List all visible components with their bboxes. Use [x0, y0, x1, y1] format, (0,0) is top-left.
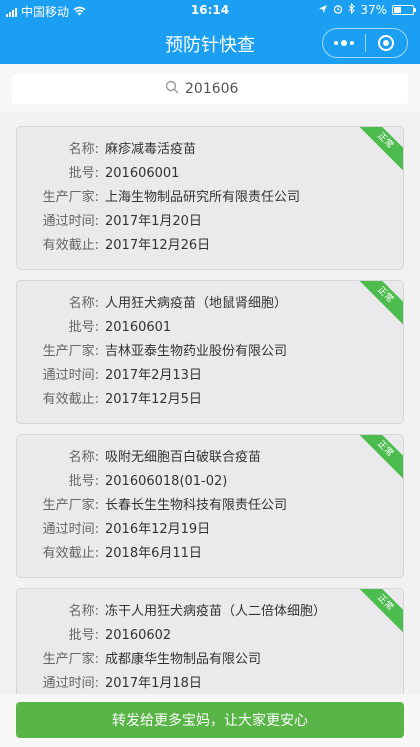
maker-label: 生产厂家: [42, 652, 99, 667]
batch-label: 批号: [68, 628, 99, 643]
location-icon [318, 3, 328, 17]
manufacturer: 长春长生生物科技有限责任公司 [105, 498, 288, 513]
status-badge: 正常 [351, 589, 403, 637]
vaccine-card[interactable]: 名称: 人用狂犬病疫苗（地鼠肾细胞） 批号: 20160601 生产厂家: 吉林亚泰生… [16, 280, 404, 424]
vaccine-name: 冻干人用狂犬病疫苗（人二倍体细胞） [105, 604, 327, 619]
name-row: 名称: 吸附无细胞百白破联合疫苗 [17, 447, 261, 469]
more-button[interactable] [323, 29, 365, 57]
name-label: 名称: [68, 142, 99, 157]
expiry-label: 有效截止: [42, 546, 99, 561]
batch-label: 批号: [68, 166, 99, 181]
passed-date: 2016年12月19日 [105, 522, 211, 537]
passed-label: 通过时间: [42, 214, 99, 229]
manufacturer: 吉林亚泰生物药业股份有限公司 [105, 344, 288, 359]
share-button[interactable]: 转发给更多宝妈，让大家更安心 [16, 702, 404, 738]
status-badge: 正常 [351, 127, 403, 175]
search-bar [0, 64, 420, 112]
status-bar: 中国移动 16:14 37% [0, 0, 420, 20]
expiry-date: 2017年12月26日 [105, 238, 211, 253]
battery-percent: 37% [360, 3, 387, 17]
passed-row: 通过时间: 2017年1月20日 [17, 211, 202, 233]
batch-label: 批号: [68, 474, 99, 489]
passed-date: 2017年2月13日 [105, 368, 202, 383]
name-row: 名称: 人用狂犬病疫苗（地鼠肾细胞） [17, 293, 287, 315]
share-footer: 转发给更多宝妈，让大家更安心 [0, 694, 420, 747]
manufacturer: 成都康华生物制品有限公司 [105, 652, 262, 667]
battery-icon [392, 5, 416, 15]
passed-date: 2017年1月18日 [105, 676, 202, 691]
vaccine-card[interactable]: 名称: 麻疹减毒活疫苗 批号: 201606001 生产厂家: 上海生物制品研究所有限… [16, 126, 404, 270]
expiry-row: 有效截止: 2017年12月26日 [17, 235, 211, 257]
batch-number: 201606018(01-02) [105, 474, 228, 489]
passed-label: 通过时间: [42, 522, 99, 537]
batch-number: 20160601 [105, 320, 172, 335]
name-row: 名称: 冻干人用狂犬病疫苗（人二倍体细胞） [17, 601, 326, 623]
passed-row: 通过时间: 2017年1月18日 [17, 673, 202, 695]
expiry-date: 2017年12月5日 [105, 392, 202, 407]
passed-label: 通过时间: [42, 368, 99, 383]
batch-number: 20160602 [105, 628, 172, 643]
name-label: 名称: [68, 450, 99, 465]
maker-label: 生产厂家: [42, 190, 99, 205]
close-button[interactable] [366, 29, 408, 57]
passed-date: 2017年1月20日 [105, 214, 202, 229]
search-box[interactable] [12, 74, 408, 104]
expiry-date: 2018年6月11日 [105, 546, 202, 561]
vaccine-name: 吸附无细胞百白破联合疫苗 [105, 450, 262, 465]
vaccine-name: 人用狂犬病疫苗（地鼠肾细胞） [105, 296, 288, 311]
expiry-label: 有效截止: [42, 238, 99, 253]
close-ring-icon [378, 35, 395, 51]
batch-number: 201606001 [105, 166, 180, 181]
status-badge: 正常 [351, 435, 403, 483]
batch-row: 批号: 20160602 [17, 625, 172, 647]
batch-row: 批号: 201606018(01-02) [17, 471, 228, 493]
alarm-icon [333, 3, 343, 17]
status-badge: 正常 [351, 281, 403, 329]
expiry-row: 有效截止: 2017年12月5日 [17, 389, 202, 411]
search-icon [165, 80, 179, 98]
name-label: 名称: [68, 296, 99, 311]
name-row: 名称: 麻疹减毒活疫苗 [17, 139, 196, 161]
batch-row: 批号: 201606001 [17, 163, 180, 185]
passed-row: 通过时间: 2016年12月19日 [17, 519, 211, 541]
search-input[interactable] [185, 81, 255, 97]
passed-row: 通过时间: 2017年2月13日 [17, 365, 202, 387]
maker-row: 生产厂家: 上海生物制品研究所有限责任公司 [17, 187, 300, 209]
mini-program-capsule [322, 28, 408, 58]
maker-row: 生产厂家: 成都康华生物制品有限公司 [17, 649, 261, 671]
maker-label: 生产厂家: [42, 344, 99, 359]
more-dots-icon [333, 40, 354, 46]
maker-label: 生产厂家: [42, 498, 99, 513]
expiry-label: 有效截止: [42, 392, 99, 407]
name-label: 名称: [68, 604, 99, 619]
maker-row: 生产厂家: 长春长生生物科技有限责任公司 [17, 495, 287, 517]
maker-row: 生产厂家: 吉林亚泰生物药业股份有限公司 [17, 341, 287, 363]
batch-row: 批号: 20160601 [17, 317, 172, 339]
batch-label: 批号: [68, 320, 99, 335]
navigation-bar: 预防针快查 [0, 20, 420, 64]
passed-label: 通过时间: [42, 676, 99, 691]
expiry-row: 有效截止: 2018年6月11日 [17, 543, 202, 565]
vaccine-name: 麻疹减毒活疫苗 [105, 142, 197, 157]
bluetooth-icon [348, 2, 356, 17]
manufacturer: 上海生物制品研究所有限责任公司 [105, 190, 301, 205]
vaccine-card[interactable]: 名称: 吸附无细胞百白破联合疫苗 批号: 201606018(01-02) 生产厂家… [16, 434, 404, 578]
